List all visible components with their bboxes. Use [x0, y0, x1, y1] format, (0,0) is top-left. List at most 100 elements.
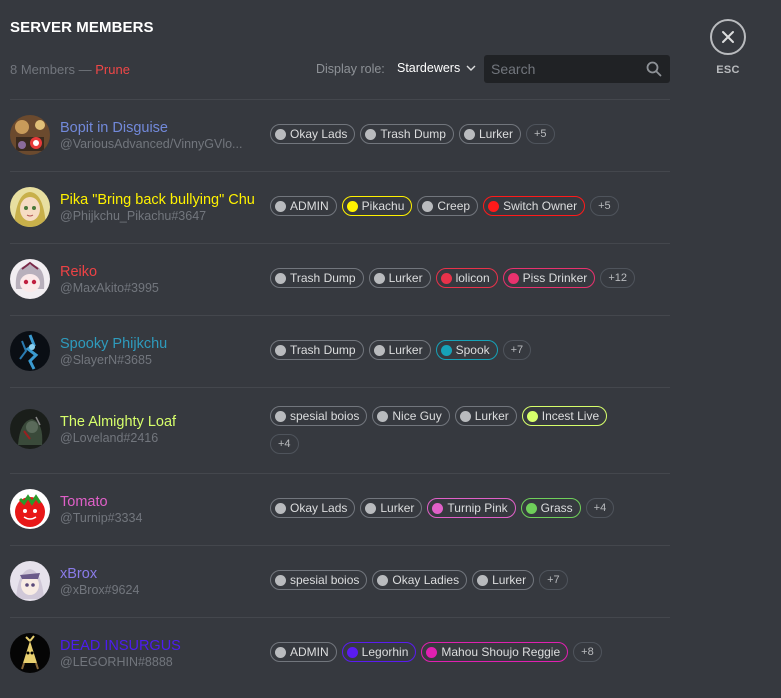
- close-button[interactable]: [710, 19, 746, 55]
- role-dot[interactable]: [275, 128, 286, 140]
- role-label: Creep: [437, 199, 471, 213]
- role-pill[interactable]: Okay Lads: [270, 124, 356, 144]
- member-tag: @xBrox#9624: [60, 583, 140, 597]
- more-roles-button[interactable]: +12: [600, 268, 635, 288]
- role-pill[interactable]: Nice Guy: [372, 406, 450, 426]
- role-dot[interactable]: [377, 574, 389, 586]
- role-pill[interactable]: Switch Owner: [483, 196, 586, 216]
- role-dot[interactable]: [365, 502, 377, 514]
- member-name[interactable]: Reiko: [60, 264, 97, 280]
- role-dot[interactable]: [526, 410, 538, 422]
- role-pill[interactable]: spesial boios: [270, 406, 368, 426]
- more-roles-button[interactable]: +5: [525, 124, 555, 144]
- member-tag: @SlayerN#3685: [60, 353, 152, 367]
- more-roles-button[interactable]: +5: [590, 196, 619, 216]
- avatar[interactable]: [10, 409, 50, 449]
- role-pill[interactable]: Legorhin: [341, 642, 417, 662]
- role-dot[interactable]: [440, 344, 452, 356]
- member-row[interactable]: Spooky Phijkchu @SlayerN#3685 Trash Dump…: [10, 316, 670, 388]
- more-roles-button[interactable]: +7: [539, 570, 568, 590]
- role-dot[interactable]: [373, 272, 385, 284]
- role-dot[interactable]: [459, 410, 471, 422]
- role-pill[interactable]: spesial boios: [270, 570, 368, 590]
- role-pill[interactable]: Pikachu: [341, 196, 413, 216]
- role-pill[interactable]: lolicon: [435, 268, 498, 288]
- role-pill[interactable]: Incest Live: [521, 406, 608, 426]
- role-dot[interactable]: [346, 646, 358, 658]
- role-pill[interactable]: Lurker: [454, 406, 517, 426]
- role-pill[interactable]: Creep: [417, 196, 479, 216]
- role-label: spesial boios: [290, 573, 360, 587]
- role-pill[interactable]: Spook: [435, 340, 498, 360]
- role-pill[interactable]: Mahou Shoujo Reggie: [421, 642, 569, 662]
- role-dot[interactable]: [365, 128, 377, 140]
- role-dot[interactable]: [275, 646, 286, 658]
- role-pill[interactable]: ADMIN: [270, 196, 337, 216]
- member-name[interactable]: The Almighty Loaf: [60, 414, 176, 430]
- avatar[interactable]: [10, 633, 50, 673]
- member-row[interactable]: Tomato @Turnip#3334 Okay Lads Lurker Tur…: [10, 474, 670, 546]
- role-dot[interactable]: [275, 574, 286, 586]
- role-dot[interactable]: [346, 200, 358, 212]
- member-row[interactable]: Pika "Bring back bullying" Chu @Phijkchu…: [10, 172, 670, 244]
- role-dot[interactable]: [432, 502, 444, 514]
- member-row[interactable]: Bopit in Disguise @VariousAdvanced/Vinny…: [10, 100, 670, 172]
- role-dot[interactable]: [426, 646, 438, 658]
- role-dot[interactable]: [275, 410, 286, 422]
- role-dot[interactable]: [488, 200, 500, 212]
- member-name[interactable]: xBrox: [60, 566, 97, 582]
- member-name[interactable]: Bopit in Disguise: [60, 120, 168, 136]
- role-dot[interactable]: [275, 200, 286, 212]
- role-pill[interactable]: Grass: [520, 498, 581, 518]
- role-pill[interactable]: Lurker: [360, 498, 423, 518]
- role-pill[interactable]: Okay Ladies: [372, 570, 468, 590]
- role-pill[interactable]: Okay Lads: [270, 498, 356, 518]
- avatar[interactable]: [10, 489, 50, 529]
- avatar[interactable]: [10, 259, 50, 299]
- more-roles-button[interactable]: +4: [585, 498, 615, 518]
- member-name[interactable]: Pika "Bring back bullying" Chu: [60, 192, 255, 208]
- more-roles-button[interactable]: +4: [270, 434, 299, 454]
- prune-link[interactable]: Prune: [95, 62, 130, 77]
- role-pill[interactable]: Trash Dump: [270, 340, 364, 360]
- role-pill[interactable]: Trash Dump: [270, 268, 364, 288]
- role-label: Switch Owner: [503, 199, 578, 213]
- role-pill[interactable]: Lurker: [368, 268, 431, 288]
- role-label: Trash Dump: [290, 343, 356, 357]
- role-dot[interactable]: [373, 344, 385, 356]
- member-name[interactable]: Tomato: [60, 494, 108, 510]
- role-dot[interactable]: [377, 410, 389, 422]
- avatar[interactable]: [10, 187, 50, 227]
- search-input[interactable]: [491, 55, 641, 83]
- role-dot[interactable]: [275, 344, 286, 356]
- role-pill[interactable]: ADMIN: [270, 642, 337, 662]
- member-row[interactable]: DEAD INSURGUS @LEGORHIN#8888 ADMIN Legor…: [10, 618, 670, 690]
- avatar[interactable]: [10, 561, 50, 601]
- role-pill[interactable]: Lurker: [458, 124, 521, 144]
- role-label: Lurker: [474, 409, 509, 423]
- role-pill[interactable]: Lurker: [368, 340, 431, 360]
- role-dot[interactable]: [440, 272, 452, 284]
- display-role-select[interactable]: Stardewers: [397, 61, 476, 75]
- role-dot[interactable]: [507, 272, 519, 284]
- role-pill[interactable]: Trash Dump: [360, 124, 454, 144]
- role-dot[interactable]: [463, 128, 475, 140]
- member-row[interactable]: xBrox @xBrox#9624 spesial boios Okay Lad…: [10, 546, 670, 618]
- more-roles-button[interactable]: +8: [573, 642, 602, 662]
- member-row[interactable]: Reiko @MaxAkito#3995 Trash Dump Lurker l…: [10, 244, 670, 316]
- avatar[interactable]: [10, 115, 50, 155]
- member-row[interactable]: The Almighty Loaf @Loveland#2416 spesial…: [10, 388, 670, 474]
- role-pill[interactable]: Lurker: [472, 570, 535, 590]
- more-roles-button[interactable]: +7: [502, 340, 532, 360]
- role-dot[interactable]: [275, 502, 286, 514]
- role-dot[interactable]: [422, 200, 434, 212]
- role-pill[interactable]: Piss Drinker: [502, 268, 596, 288]
- member-name[interactable]: DEAD INSURGUS: [60, 638, 181, 654]
- role-dot[interactable]: [525, 502, 537, 514]
- role-dot[interactable]: [477, 574, 489, 586]
- role-pill[interactable]: Turnip Pink: [427, 498, 516, 518]
- search-box[interactable]: [484, 55, 670, 83]
- member-name[interactable]: Spooky Phijkchu: [60, 336, 167, 352]
- avatar[interactable]: [10, 331, 50, 371]
- role-dot[interactable]: [275, 272, 286, 284]
